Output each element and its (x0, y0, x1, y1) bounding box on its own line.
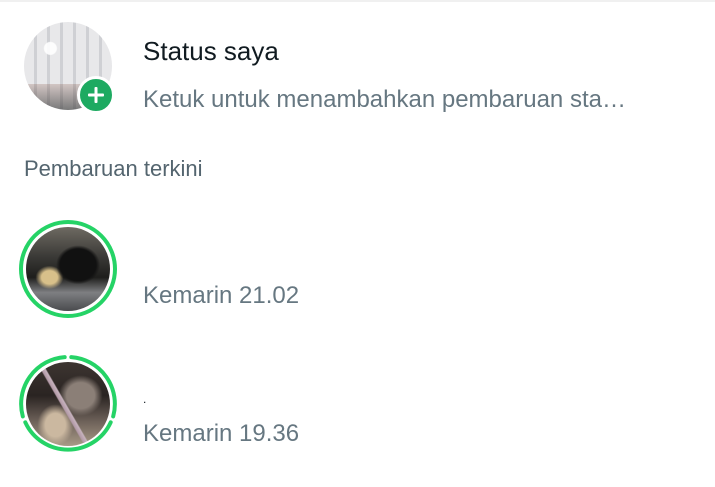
add-status-button[interactable] (77, 76, 115, 114)
status-update-item[interactable]: . Kemarin 19.36 (0, 346, 715, 466)
status-time: Kemarin 19.36 (143, 420, 300, 447)
my-status-subtitle: Ketuk untuk menambahkan pembaruan sta… (143, 86, 626, 113)
status-thumbnail (26, 362, 110, 446)
status-ring (18, 219, 118, 319)
top-divider (0, 0, 715, 2)
recent-updates-header: Pembaruan terkini (24, 156, 203, 181)
status-ring-segmented (18, 354, 118, 454)
my-status-row[interactable]: Status saya Ketuk untuk menambahkan pemb… (0, 10, 715, 122)
my-status-title: Status saya (143, 36, 279, 66)
status-time: Kemarin 21.02 (143, 282, 300, 309)
status-contact-name: . (143, 392, 147, 406)
plus-icon (88, 87, 104, 103)
status-update-item[interactable]: Kemarin 21.02 (0, 210, 715, 330)
status-thumbnail (26, 227, 110, 311)
